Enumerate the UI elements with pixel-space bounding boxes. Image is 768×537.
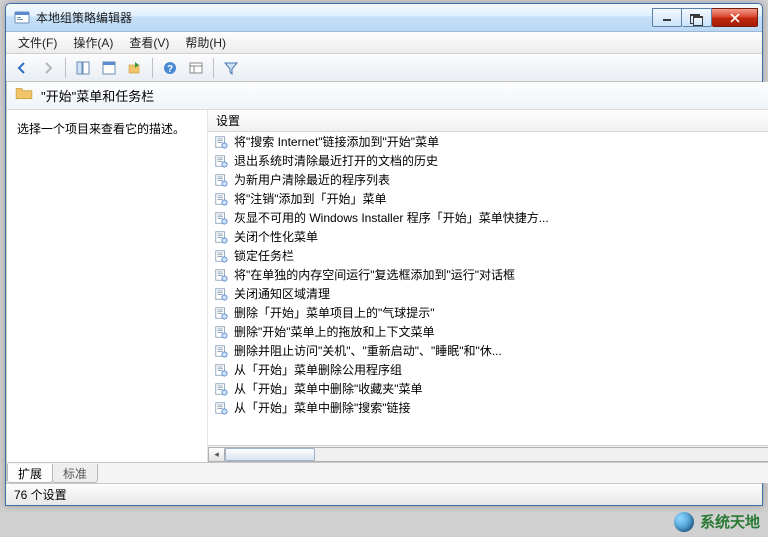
menu-help[interactable]: 帮助(H) xyxy=(177,32,234,53)
window-controls xyxy=(652,8,758,27)
policy-item-icon xyxy=(214,287,228,301)
help-button[interactable]: ? xyxy=(158,57,182,79)
show-tree-button[interactable] xyxy=(71,57,95,79)
settings-list-item[interactable]: 退出系统时清除最近打开的文档的历史 xyxy=(208,151,768,170)
tabs-row: 扩展 标准 xyxy=(7,462,768,483)
settings-item-label: 从「开始」菜单中删除"搜索"链接 xyxy=(234,399,411,416)
policy-item-icon xyxy=(214,211,228,225)
tab-label: 扩展 xyxy=(18,467,42,481)
restore-button[interactable] xyxy=(682,8,712,27)
options-button[interactable] xyxy=(184,57,208,79)
svg-text:?: ? xyxy=(167,64,173,75)
settings-item-label: 将"在单独的内存空间运行"复选框添加到"运行"对话框 xyxy=(234,266,515,283)
settings-item-label: 从「开始」菜单中删除"收藏夹"菜单 xyxy=(234,380,423,397)
settings-list-item[interactable]: 删除并阻止访问"关机"、"重新启动"、"睡眠"和"休... xyxy=(208,341,768,360)
globe-icon xyxy=(674,512,694,532)
settings-item-label: 将"注销"添加到「开始」菜单 xyxy=(234,190,387,207)
settings-list-item[interactable]: 锁定任务栏 xyxy=(208,246,768,265)
settings-list-item[interactable]: 灰显不可用的 Windows Installer 程序「开始」菜单快捷方... xyxy=(208,208,768,227)
policy-item-icon xyxy=(214,154,228,168)
column-header-settings[interactable]: 设置 xyxy=(208,110,768,132)
menu-file[interactable]: 文件(F) xyxy=(10,32,65,53)
statusbar: 76 个设置 xyxy=(6,483,762,505)
status-text: 76 个设置 xyxy=(14,486,67,503)
forward-button[interactable] xyxy=(36,57,60,79)
content-pane: "开始"菜单和任务栏 选择一个项目来查看它的描述。 设置 将"搜索 Intern… xyxy=(7,82,768,483)
policy-item-icon xyxy=(214,382,228,396)
menu-action[interactable]: 操作(A) xyxy=(65,32,121,53)
content-body: 选择一个项目来查看它的描述。 设置 将"搜索 Internet"链接添加到"开始… xyxy=(7,110,768,462)
policy-item-icon xyxy=(214,249,228,263)
settings-item-label: 删除"开始"菜单上的拖放和上下文菜单 xyxy=(234,323,435,340)
toolbar-separator xyxy=(213,58,214,78)
scroll-track[interactable] xyxy=(225,447,768,462)
settings-list-item[interactable]: 将"在单独的内存空间运行"复选框添加到"运行"对话框 xyxy=(208,265,768,284)
app-window: 本地组策略编辑器 文件(F) 操作(A) 查看(V) 帮助(H) ? xyxy=(5,3,763,506)
settings-item-label: 将"搜索 Internet"链接添加到"开始"菜单 xyxy=(234,133,439,150)
policy-item-icon xyxy=(214,363,228,377)
body-area: 本地计算机 策略 ◢ 计算机配置 ▷软件设置 ▷Windows 设置 ▷管理模板… xyxy=(6,82,762,483)
toolbar-separator xyxy=(65,58,66,78)
list-horizontal-scrollbar[interactable]: ◂ ▸ xyxy=(208,445,768,462)
column-header-label: 设置 xyxy=(216,112,240,129)
settings-list-scroll[interactable]: 将"搜索 Internet"链接添加到"开始"菜单退出系统时清除最近打开的文档的… xyxy=(208,132,768,445)
folder-icon xyxy=(15,84,33,107)
settings-list-item[interactable]: 删除「开始」菜单项目上的"气球提示" xyxy=(208,303,768,322)
policy-item-icon xyxy=(214,173,228,187)
settings-item-label: 从「开始」菜单删除公用程序组 xyxy=(234,361,402,378)
scroll-left-arrow[interactable]: ◂ xyxy=(208,447,225,462)
description-text: 选择一个项目来查看它的描述。 xyxy=(17,122,185,136)
description-column: 选择一个项目来查看它的描述。 xyxy=(7,110,207,462)
settings-list-item[interactable]: 从「开始」菜单中删除"搜索"链接 xyxy=(208,398,768,417)
settings-list: 将"搜索 Internet"链接添加到"开始"菜单退出系统时清除最近打开的文档的… xyxy=(208,132,768,417)
settings-list-item[interactable]: 删除"开始"菜单上的拖放和上下文菜单 xyxy=(208,322,768,341)
settings-list-item[interactable]: 将"搜索 Internet"链接添加到"开始"菜单 xyxy=(208,132,768,151)
settings-list-item[interactable]: 从「开始」菜单删除公用程序组 xyxy=(208,360,768,379)
settings-list-item[interactable]: 关闭个性化菜单 xyxy=(208,227,768,246)
policy-item-icon xyxy=(214,325,228,339)
scroll-thumb[interactable] xyxy=(225,448,315,461)
close-button[interactable] xyxy=(712,8,758,27)
policy-item-icon xyxy=(214,230,228,244)
settings-item-label: 关闭通知区域清理 xyxy=(234,285,330,302)
settings-list-column: 设置 将"搜索 Internet"链接添加到"开始"菜单退出系统时清除最近打开的… xyxy=(207,110,768,462)
settings-list-item[interactable]: 关闭通知区域清理 xyxy=(208,284,768,303)
settings-list-item[interactable]: 将"注销"添加到「开始」菜单 xyxy=(208,189,768,208)
policy-item-icon xyxy=(214,306,228,320)
settings-item-label: 锁定任务栏 xyxy=(234,247,294,264)
properties-button[interactable] xyxy=(97,57,121,79)
settings-list-item[interactable]: 从「开始」菜单中删除"收藏夹"菜单 xyxy=(208,379,768,398)
menubar: 文件(F) 操作(A) 查看(V) 帮助(H) xyxy=(6,32,762,54)
app-icon xyxy=(14,10,30,26)
export-button[interactable] xyxy=(123,57,147,79)
settings-item-label: 为新用户清除最近的程序列表 xyxy=(234,171,390,188)
titlebar: 本地组策略编辑器 xyxy=(6,4,762,32)
settings-item-label: 退出系统时清除最近打开的文档的历史 xyxy=(234,152,438,169)
minimize-button[interactable] xyxy=(652,8,682,27)
policy-item-icon xyxy=(214,268,228,282)
policy-item-icon xyxy=(214,192,228,206)
back-button[interactable] xyxy=(10,57,34,79)
policy-item-icon xyxy=(214,401,228,415)
tab-standard[interactable]: 标准 xyxy=(52,464,98,483)
settings-item-label: 灰显不可用的 Windows Installer 程序「开始」菜单快捷方... xyxy=(234,209,549,226)
settings-item-label: 删除「开始」菜单项目上的"气球提示" xyxy=(234,304,435,321)
menu-view[interactable]: 查看(V) xyxy=(121,32,177,53)
tab-label: 标准 xyxy=(63,467,87,481)
policy-item-icon xyxy=(214,135,228,149)
settings-list-item[interactable]: 为新用户清除最近的程序列表 xyxy=(208,170,768,189)
filter-button[interactable] xyxy=(219,57,243,79)
settings-item-label: 关闭个性化菜单 xyxy=(234,228,318,245)
content-title: "开始"菜单和任务栏 xyxy=(41,86,154,105)
toolbar: ? xyxy=(6,54,762,82)
watermark: 系统天地 xyxy=(674,511,760,532)
watermark-text: 系统天地 xyxy=(700,511,760,532)
tab-extended[interactable]: 扩展 xyxy=(7,464,53,483)
content-header: "开始"菜单和任务栏 xyxy=(7,82,768,110)
policy-item-icon xyxy=(214,344,228,358)
settings-item-label: 删除并阻止访问"关机"、"重新启动"、"睡眠"和"休... xyxy=(234,342,502,359)
window-title: 本地组策略编辑器 xyxy=(36,9,652,26)
toolbar-separator xyxy=(152,58,153,78)
